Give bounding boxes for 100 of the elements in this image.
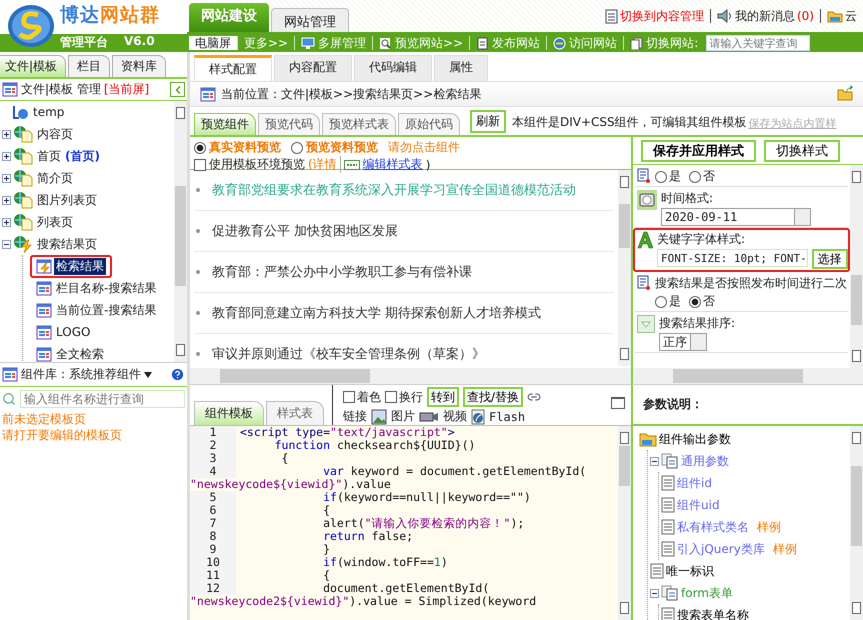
tree-item[interactable]: 当前位置-搜索结果: [54, 302, 158, 318]
parameter-item[interactable]: 私有样式类名: [677, 518, 749, 536]
config-tab[interactable]: 样式配置: [194, 55, 272, 81]
news-link[interactable]: 促进教育公平 加快贫困地区发展: [212, 222, 398, 240]
collapse-button[interactable]: [170, 82, 185, 97]
option-checkbox[interactable]: 换行: [385, 388, 423, 406]
scrollbar[interactable]: [618, 426, 631, 620]
tree-item[interactable]: 简介页: [35, 170, 75, 186]
news-link[interactable]: 教育部：严禁公办中小学教职工参与有偿补课: [212, 263, 472, 281]
tree-item[interactable]: 检索结果: [54, 258, 106, 274]
config-tab[interactable]: 内容配置: [274, 55, 352, 81]
panel-tab[interactable]: 栏目: [68, 55, 110, 77]
radio-option[interactable]: 否: [689, 168, 715, 185]
header-link[interactable]: 云: [820, 9, 863, 23]
parameter-item[interactable]: 组件uid: [677, 496, 720, 514]
parameter-item[interactable]: 唯一标识: [666, 562, 714, 580]
style-field[interactable]: FONT-SIZE: 10pt; FONT-: [657, 249, 808, 267]
monitor-icon: [301, 37, 316, 49]
radio-option[interactable]: 是: [655, 293, 681, 310]
page-icon: [13, 213, 33, 231]
parameter-item[interactable]: 组件输出参数: [659, 430, 731, 448]
scrollbar[interactable]: [174, 101, 187, 362]
scrollbar[interactable]: [190, 368, 631, 384]
config-tab[interactable]: 代码编辑: [354, 55, 432, 81]
insert-flash[interactable]: Flash: [489, 410, 526, 424]
expander-icon[interactable]: [2, 196, 11, 204]
line-number: 2: [190, 439, 236, 452]
scrollbar[interactable]: [850, 165, 863, 368]
parameter-item[interactable]: 组件id: [677, 474, 712, 492]
help-icon[interactable]: [170, 367, 185, 382]
parameter-item[interactable]: 搜索表单名称: [677, 606, 749, 620]
preview-tab[interactable]: 预览组件: [194, 113, 256, 135]
screen-label: [当前屏]: [104, 81, 150, 98]
radio-option[interactable]: 否: [689, 293, 715, 310]
tree-item[interactable]: 列表页: [35, 214, 75, 230]
editor-tab[interactable]: 样式表: [266, 401, 324, 425]
insert-image[interactable]: 图片: [391, 408, 415, 425]
tree-item[interactable]: 内容页: [35, 126, 75, 142]
scrollbar[interactable]: [633, 368, 863, 384]
news-link[interactable]: 教育部同意建立南方科技大学 期待探索创新人才培养模式: [212, 304, 542, 322]
tree-item[interactable]: 图片列表页: [35, 192, 99, 208]
tool-button[interactable]: 查找/替换: [463, 387, 524, 407]
code-line: <script type="text/javascript">: [239, 426, 455, 439]
code-editor[interactable]: [190, 426, 618, 620]
code-line: {: [322, 504, 330, 517]
style-action-button[interactable]: 保存并应用样式: [641, 140, 756, 162]
tree-item[interactable]: 全文检索: [54, 346, 106, 362]
option-checkbox[interactable]: 着色: [343, 388, 381, 406]
expander-icon[interactable]: [2, 152, 11, 160]
parameter-item[interactable]: form表单: [681, 584, 733, 602]
panel-tab[interactable]: 资料库: [112, 55, 166, 77]
insert-video[interactable]: 视频: [443, 408, 467, 425]
tree-item[interactable]: temp: [31, 105, 66, 119]
expander-icon[interactable]: [650, 588, 659, 598]
flash-icon: [471, 408, 485, 424]
header-link[interactable]: 我的新消息 (0): [710, 9, 820, 23]
main-tab[interactable]: 网站管理: [271, 8, 349, 32]
panel-tab[interactable]: 文件|模板: [0, 55, 66, 77]
library-dropdown[interactable]: 组件库：系统推荐组件: [21, 366, 141, 383]
style-action-button[interactable]: 切换样式: [764, 140, 840, 162]
radio-option[interactable]: 是: [655, 168, 681, 185]
scrollbar[interactable]: [850, 426, 863, 620]
line-number: 6: [190, 504, 236, 517]
preview-tab[interactable]: 预览样式表: [322, 113, 396, 135]
expander-icon[interactable]: [650, 456, 659, 466]
header-link[interactable]: 切换到内容管理: [599, 8, 710, 24]
tree-item[interactable]: 首页: [35, 148, 63, 164]
tree-item[interactable]: 搜索结果页: [35, 236, 99, 252]
site-search-field[interactable]: 请输入关键字查询: [706, 35, 810, 51]
expander-icon[interactable]: [2, 174, 11, 182]
code-line: return false;: [322, 530, 414, 543]
expander-icon[interactable]: [2, 240, 11, 248]
maximize-button[interactable]: [611, 397, 625, 409]
expander-icon[interactable]: [2, 218, 11, 226]
parameter-item[interactable]: 通用参数: [681, 452, 729, 470]
document-icon: [661, 607, 675, 620]
config-tab[interactable]: 属性: [434, 55, 488, 81]
preview-tab[interactable]: 原始代码: [398, 113, 460, 135]
tree-item[interactable]: LOGO: [54, 325, 92, 339]
editor-tab[interactable]: 组件模板: [194, 401, 264, 425]
insert-link[interactable]: 链接: [343, 408, 367, 425]
tree-item[interactable]: 栏目名称-搜索结果: [54, 280, 158, 296]
expander-icon[interactable]: [2, 130, 11, 138]
tool-button[interactable]: 转到: [427, 387, 459, 407]
refresh-button[interactable]: 刷新: [470, 110, 506, 133]
toolbar-item[interactable]: 电脑屏: [189, 36, 237, 50]
component-search-field[interactable]: 输入组件名称进行查询: [20, 390, 185, 408]
dropdown-icon: [637, 315, 655, 333]
news-link[interactable]: 审议并原则通过《校车安全管理条例（草案）》: [212, 345, 485, 363]
parameter-item[interactable]: 引入jQuery类库: [677, 540, 765, 558]
home-tag: (首页): [65, 148, 100, 164]
date-field[interactable]: 2020-09-11: [661, 208, 811, 226]
template-env-checkbox[interactable]: [194, 158, 206, 170]
preview-tab[interactable]: 预览代码: [258, 113, 320, 135]
sort-select[interactable]: 正序: [659, 333, 707, 351]
edit-stylesheet-link[interactable]: 编辑样式表: [362, 156, 423, 173]
choose-button[interactable]: 选择: [812, 249, 848, 269]
setting-label: 搜索结果排序:: [659, 315, 736, 332]
document-icon: [661, 475, 675, 491]
scrollbar[interactable]: [618, 170, 631, 366]
